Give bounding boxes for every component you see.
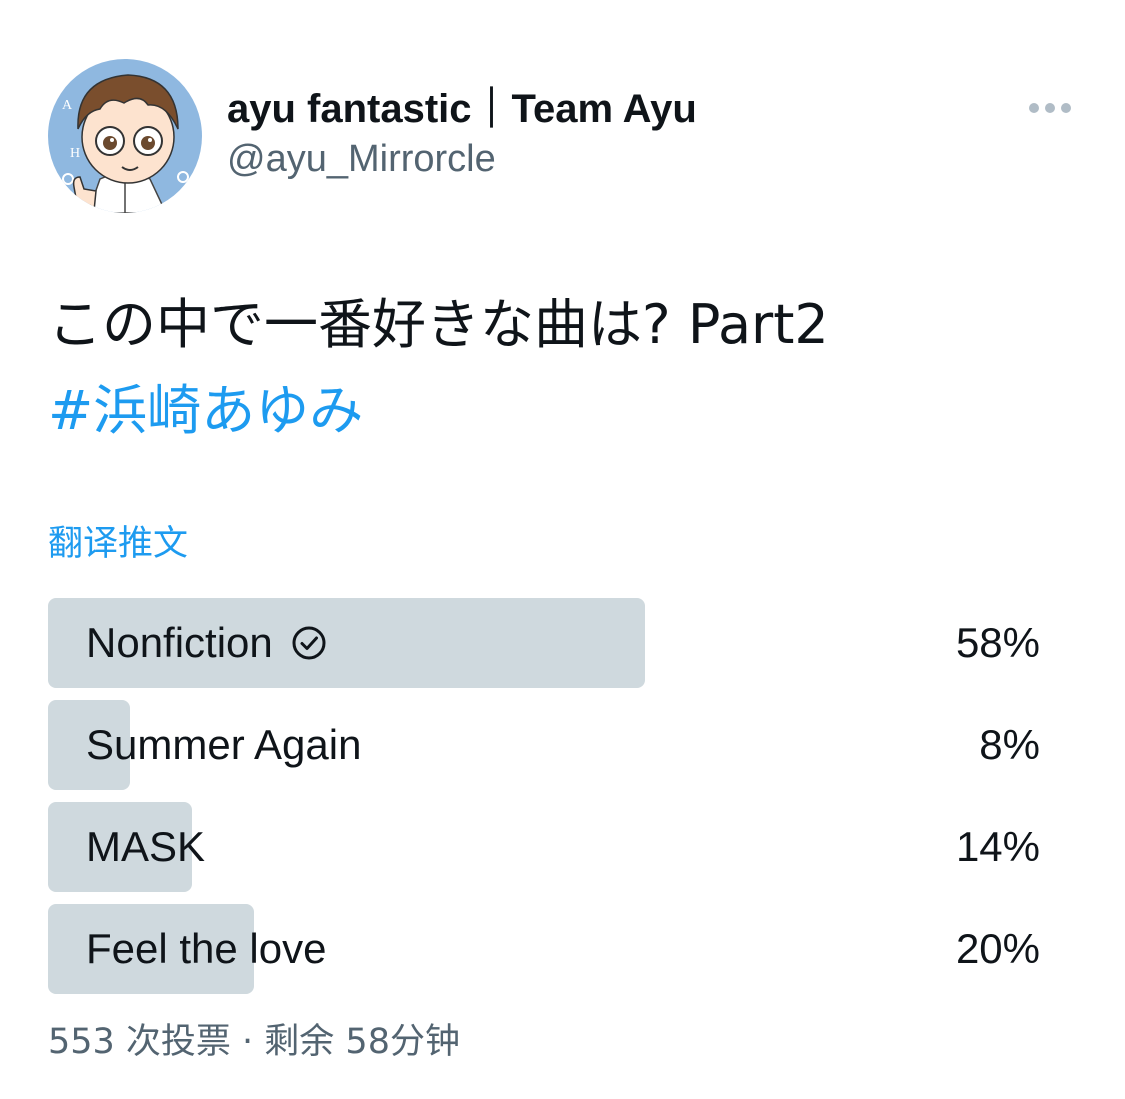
more-options-button[interactable]	[1026, 96, 1074, 120]
svg-text:H: H	[70, 146, 80, 161]
check-circle-icon	[292, 626, 326, 660]
more-horizontal-icon	[1029, 103, 1071, 113]
author-avatar[interactable]: A H A	[48, 59, 202, 213]
poll-option-text: Nonfiction	[86, 619, 273, 666]
translate-tweet-link[interactable]: 翻译推文	[48, 520, 188, 568]
poll-option-percent: 8%	[979, 721, 1040, 768]
tweet-text: この中で一番好きな曲は? Part2 #浜崎あゆみ	[48, 282, 1088, 454]
poll-option: Nonfiction 58%	[48, 598, 1048, 688]
hashtag-link[interactable]: #浜崎あゆみ	[48, 368, 1088, 454]
author-display-name[interactable]: ayu fantastic｜Team Ayu	[227, 84, 697, 134]
poll-option-label: Feel the love	[86, 904, 326, 994]
poll-option: Feel the love 20%	[48, 904, 1048, 994]
poll-vote-count-and-time: 553 次投票 · 剩余 58分钟	[48, 1022, 460, 1062]
poll-option-percent: 20%	[955, 925, 1040, 972]
poll-option-label: Nonfiction	[86, 598, 327, 688]
poll: Nonfiction 58% Summer Again 8% MASK 14% …	[48, 598, 1048, 1006]
poll-option: MASK 14%	[48, 802, 1048, 892]
cartoon-avatar-icon: A H A	[48, 59, 202, 213]
svg-text:A: A	[62, 98, 73, 113]
poll-option-percent: 14%	[955, 823, 1040, 870]
poll-option-text: Summer Again	[86, 721, 362, 768]
poll-option-label: Summer Again	[86, 700, 361, 790]
poll-option-percent: 58%	[955, 619, 1040, 666]
tweet-author: ayu fantastic｜Team Ayu @ayu_Mirrorcle	[227, 84, 697, 184]
author-handle[interactable]: @ayu_Mirrorcle	[227, 134, 697, 184]
poll-option-label: MASK	[86, 802, 205, 892]
poll-option-text: MASK	[86, 823, 206, 870]
poll-option: Summer Again 8%	[48, 700, 1048, 790]
tweet-text-line: この中で一番好きな曲は? Part2	[48, 293, 829, 356]
poll-option-text: Feel the love	[86, 925, 327, 972]
